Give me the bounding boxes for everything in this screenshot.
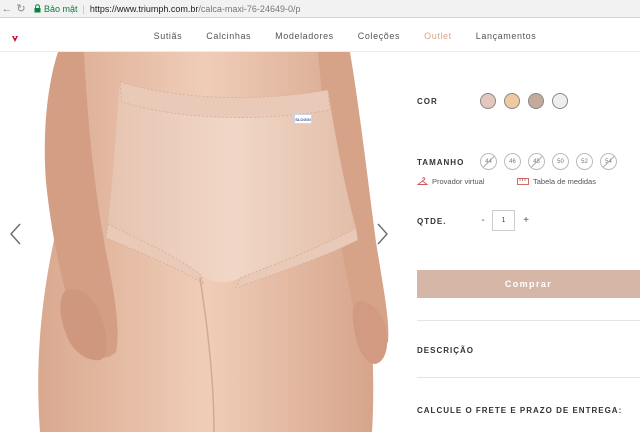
menu-item-lancamentos[interactable]: Lançamentos [476,31,537,41]
size-option-52[interactable]: 52 [576,153,593,170]
size-unavailable-strike [481,154,496,169]
divider [417,377,640,378]
description-toggle[interactable]: DESCRIÇÃO [417,346,474,355]
hanger-icon [417,177,428,185]
url-separator: | [82,3,85,14]
url-path: /calca-maxi-76-24649-0/p [198,3,301,14]
url-text[interactable]: https://www.triumph.com.br/calca-maxi-76… [90,4,301,14]
size-value: 50 [557,158,564,165]
virtual-fitting-label: Provador virtual [432,177,485,186]
product-photo [38,52,389,432]
size-label: TAMANHO [417,158,465,167]
color-swatch-4[interactable] [552,93,568,109]
buy-button-label: Comprar [504,279,553,289]
size-chart-link[interactable]: Tabela de medidas [517,177,596,186]
next-image-arrow-icon[interactable] [374,222,390,246]
quantity-decrease-button[interactable]: - [478,215,488,226]
size-unavailable-strike [601,154,616,169]
quantity-increase-button[interactable]: + [521,215,531,226]
size-option-44[interactable]: 44 [480,153,497,170]
browser-address-bar: ← ↻ Bảo mật | https://www.triumph.com.br… [0,0,640,18]
quantity-input[interactable]: 1 [492,210,515,231]
color-swatch-2[interactable] [504,93,520,109]
secure-label: Bảo mật [44,3,78,14]
buy-button[interactable]: Comprar [417,270,640,298]
reload-icon[interactable]: ↻ [14,1,28,17]
virtual-fitting-link[interactable]: Provador virtual [417,177,485,186]
size-value: 52 [581,158,588,165]
size-option-50[interactable]: 50 [552,153,569,170]
product-image: SLOGGI [0,52,400,432]
menu-item-calcinhas[interactable]: Calcinhas [206,31,251,41]
brand-label-text: SLOGGI [295,116,311,122]
size-option-54[interactable]: 54 [600,153,617,170]
size-option-46[interactable]: 46 [504,153,521,170]
main-menu: Sutiãs Calcinhas Modeladores Coleções Ou… [0,19,640,52]
shipping-calculator-label: CALCULE O FRETE E PRAZO DE ENTREGA: [417,406,623,415]
brand-label: SLOGGI [294,114,312,124]
color-swatch-3[interactable] [528,93,544,109]
previous-image-arrow-icon[interactable] [8,222,24,246]
ruler-icon [517,178,529,185]
product-options-panel: COR TAMANHO 44 46 48 50 52 54 Provador v… [400,52,640,432]
size-chart-label: Tabela de medidas [533,177,596,186]
quantity-label: QTDE. [417,217,447,226]
color-label: COR [417,97,438,106]
size-value: 46 [509,158,516,165]
menu-item-colecoes[interactable]: Coleções [358,31,400,41]
menu-item-sutias[interactable]: Sutiãs [154,31,183,41]
divider [417,320,640,321]
menu-item-modeladores[interactable]: Modeladores [275,31,334,41]
size-unavailable-strike [529,154,544,169]
lock-icon [32,1,42,17]
color-swatch-1[interactable] [480,93,496,109]
menu-item-outlet[interactable]: Outlet [424,31,452,41]
site-header: Sutiãs Calcinhas Modeladores Coleções Ou… [0,19,640,52]
size-option-48[interactable]: 48 [528,153,545,170]
url-host: https://www.triumph.com.br [89,3,199,14]
back-arrow-icon[interactable]: ← [0,1,14,17]
